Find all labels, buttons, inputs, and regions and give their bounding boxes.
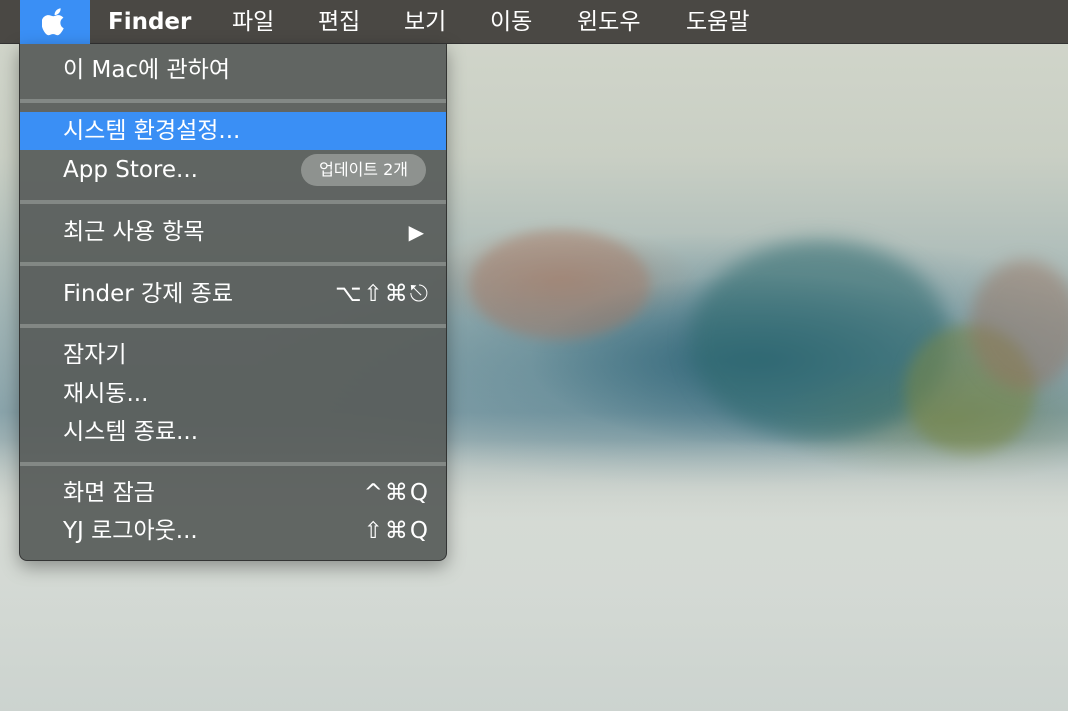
menu-item-label: 이 Mac에 관하여 (63, 57, 231, 83)
menu-item-label: YJ 로그아웃... (63, 518, 198, 544)
menu-go[interactable]: 이동 (490, 0, 532, 44)
menu-item-shutdown[interactable]: 시스템 종료... (20, 413, 446, 451)
keyboard-shortcut: ⌥⇧⌘⎋ (335, 281, 430, 307)
menu-item-logout[interactable]: YJ 로그아웃... ⇧⌘Q (20, 512, 446, 550)
keyboard-shortcut: ⇧⌘Q (363, 518, 430, 544)
menu-item-system-preferences[interactable]: 시스템 환경설정... (20, 112, 446, 150)
menu-bar: Finder 파일 편집 보기 이동 윈도우 도움말 (0, 0, 1068, 44)
menu-item-label: 잠자기 (63, 342, 127, 368)
menu-file[interactable]: 파일 (232, 0, 274, 44)
submenu-arrow-icon: ▶ (408, 220, 424, 244)
menu-app-finder[interactable]: Finder (108, 0, 191, 44)
menu-item-recent-items[interactable]: 최근 사용 항목 ▶ (20, 213, 446, 251)
menu-item-lock-screen[interactable]: 화면 잠금 ^⌘Q (20, 474, 446, 512)
menu-item-restart[interactable]: 재시동... (20, 375, 446, 413)
menu-separator (20, 324, 446, 328)
menu-separator (20, 99, 446, 103)
menu-item-label: Finder 강제 종료 (63, 281, 233, 307)
menu-item-sleep[interactable]: 잠자기 (20, 336, 446, 374)
keyboard-shortcut: ^⌘Q (363, 480, 430, 506)
menu-item-label: 시스템 환경설정... (63, 118, 241, 144)
menu-edit[interactable]: 편집 (318, 0, 360, 44)
update-count-badge: 업데이트 2개 (301, 154, 426, 186)
menu-item-label: 시스템 종료... (63, 419, 199, 445)
menu-item-label: 최근 사용 항목 (63, 219, 205, 245)
apple-logo-icon (42, 8, 64, 36)
menu-window[interactable]: 윈도우 (577, 0, 640, 44)
menu-item-label: 화면 잠금 (63, 480, 155, 506)
menu-item-label: App Store... (63, 157, 198, 183)
menu-separator (20, 262, 446, 266)
menu-item-app-store[interactable]: App Store... 업데이트 2개 (20, 151, 446, 189)
menu-help[interactable]: 도움말 (686, 0, 749, 44)
apple-menu-button[interactable] (20, 0, 90, 44)
menu-item-force-quit[interactable]: Finder 강제 종료 ⌥⇧⌘⎋ (20, 275, 446, 313)
menu-item-about-this-mac[interactable]: 이 Mac에 관하여 (20, 51, 446, 89)
menu-separator (20, 462, 446, 466)
wallpaper-tree (470, 230, 650, 340)
apple-dropdown-menu: 이 Mac에 관하여 시스템 환경설정... App Store... 업데이트… (19, 44, 447, 561)
menu-separator (20, 200, 446, 204)
menu-view[interactable]: 보기 (404, 0, 446, 44)
menu-item-label: 재시동... (63, 381, 149, 407)
